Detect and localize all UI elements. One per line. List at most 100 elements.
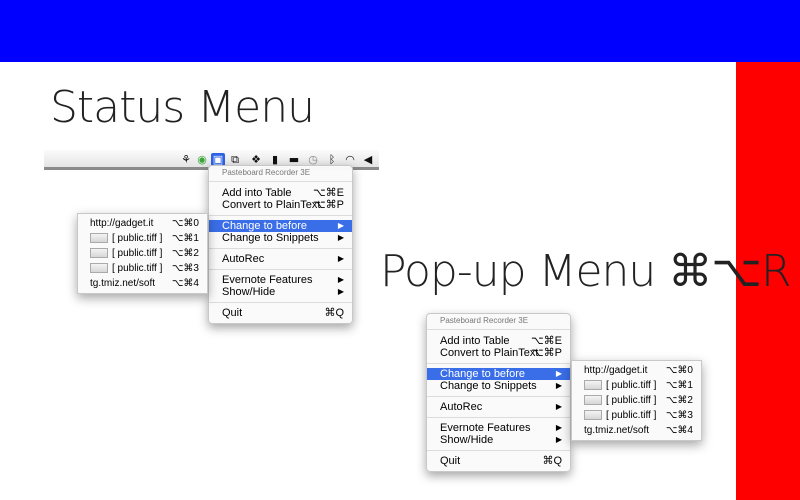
history-item[interactable]: [ public.tiff ] ⌥⌘3 — [78, 261, 207, 276]
quit-item[interactable]: Quit ⌘Q — [427, 455, 570, 467]
menu-item-label: Convert to PlainText — [222, 199, 321, 211]
convert-plaintext-item[interactable]: Convert to PlainText ⌥⌘P — [427, 347, 570, 359]
add-into-table-item[interactable]: Add into Table ⌥⌘E — [427, 335, 570, 347]
history-item[interactable]: http://gadget.it ⌥⌘0 — [572, 363, 701, 378]
history-label: [ public.tiff ] — [112, 248, 163, 259]
menu-separator — [209, 215, 352, 216]
history-shortcut: ⌥⌘1 — [171, 233, 199, 244]
menu-shortcut: ⌥⌘E — [530, 335, 562, 347]
add-into-table-item[interactable]: Add into Table ⌥⌘E — [209, 187, 352, 199]
history-item[interactable]: http://gadget.it ⌥⌘0 — [78, 216, 207, 231]
submenu-arrow-icon: ▶ — [337, 275, 344, 284]
menu-item-label: Change to before — [222, 220, 308, 232]
status-dropdown-menu: Pasteboard Recorder 3E Add into Table ⌥⌘E… — [208, 165, 353, 324]
history-item[interactable]: [ public.tiff ] ⌥⌘1 — [78, 231, 207, 246]
menu-separator — [209, 269, 352, 270]
blue-banner — [0, 0, 800, 62]
autorec-item[interactable]: AutoRec ▶ — [427, 401, 570, 413]
menu-item-label: AutoRec — [440, 401, 483, 413]
menu-shortcut: ⌘Q — [542, 455, 562, 467]
menu-item-label: AutoRec — [222, 253, 265, 265]
history-shortcut: ⌥⌘0 — [171, 218, 199, 229]
menu-header: Pasteboard Recorder 3E — [440, 316, 529, 325]
history-label: [ public.tiff ] — [606, 410, 657, 421]
menu-item-label: Change to Snippets — [222, 232, 319, 244]
history-shortcut: ⌥⌘0 — [665, 365, 693, 376]
menu-item-label: Show/Hide — [222, 286, 276, 298]
menu-item-label: Change to before — [440, 368, 526, 380]
promo-canvas: Status Menu Pop-up Menu ⌘⌥R ⚘ ◉ ▣ ⧉ ❖ ▮ … — [0, 0, 800, 500]
submenu-arrow-icon: ▶ — [555, 369, 562, 378]
history-label: tg.tmiz.net/soft — [90, 278, 156, 289]
tiff-thumbnail-icon — [584, 380, 602, 391]
volume-icon[interactable]: ◀ — [361, 153, 375, 167]
show-hide-item[interactable]: Show/Hide ▶ — [427, 434, 570, 446]
menu-item-label: Add into Table — [222, 187, 292, 199]
submenu-arrow-icon: ▶ — [555, 381, 562, 390]
menu-item-label: Evernote Features — [440, 422, 531, 434]
menu-item-label: Show/Hide — [440, 434, 494, 446]
history-label: [ public.tiff ] — [112, 233, 163, 244]
history-label: [ public.tiff ] — [606, 395, 657, 406]
change-to-before-item[interactable]: Change to before ▶ — [209, 220, 352, 232]
submenu-arrow-icon: ▶ — [555, 435, 562, 444]
change-to-snippets-item[interactable]: Change to Snippets ▶ — [209, 232, 352, 244]
history-item[interactable]: tg.tmiz.net/soft ⌥⌘4 — [78, 276, 207, 291]
show-hide-item[interactable]: Show/Hide ▶ — [209, 286, 352, 298]
menu-separator — [427, 363, 570, 364]
change-to-snippets-item[interactable]: Change to Snippets ▶ — [427, 380, 570, 392]
submenu-arrow-icon: ▶ — [337, 254, 344, 263]
tiff-thumbnail-icon — [584, 410, 602, 421]
menu-separator — [209, 302, 352, 303]
popup-history-submenu: http://gadget.it ⌥⌘0 [ public.tiff ] ⌥⌘1 [… — [571, 360, 702, 441]
submenu-arrow-icon: ▶ — [337, 287, 344, 296]
history-item[interactable]: [ public.tiff ] ⌥⌘1 — [572, 378, 701, 393]
menu-separator — [427, 396, 570, 397]
menu-item-label: Evernote Features — [222, 274, 313, 286]
evernote-icon[interactable]: ⚘ — [179, 153, 193, 167]
quit-item[interactable]: Quit ⌘Q — [209, 307, 352, 319]
history-label: http://gadget.it — [90, 218, 154, 229]
menu-separator — [209, 248, 352, 249]
menu-item-label: Convert to PlainText — [440, 347, 539, 359]
menu-separator — [427, 450, 570, 451]
menu-item-label: Quit — [440, 455, 461, 467]
menu-shortcut: ⌥⌘P — [312, 199, 344, 211]
history-item[interactable]: [ public.tiff ] ⌥⌘2 — [78, 246, 207, 261]
convert-plaintext-item[interactable]: Convert to PlainText ⌥⌘P — [209, 199, 352, 211]
submenu-arrow-icon: ▶ — [555, 402, 562, 411]
popup-menu-heading: Pop-up Menu ⌘⌥R — [380, 246, 792, 297]
submenu-arrow-icon: ▶ — [337, 233, 344, 242]
history-shortcut: ⌥⌘4 — [171, 278, 199, 289]
history-shortcut: ⌥⌘2 — [665, 395, 693, 406]
history-label: tg.tmiz.net/soft — [584, 425, 650, 436]
menu-header: Pasteboard Recorder 3E — [222, 168, 311, 177]
submenu-arrow-icon: ▶ — [337, 221, 344, 230]
menu-item-label: Change to Snippets — [440, 380, 537, 392]
change-to-before-item[interactable]: Change to before ▶ — [427, 368, 570, 380]
history-shortcut: ⌥⌘3 — [665, 410, 693, 421]
menu-item-label: Add into Table — [440, 335, 510, 347]
history-shortcut: ⌥⌘2 — [171, 248, 199, 259]
history-shortcut: ⌥⌘1 — [665, 380, 693, 391]
history-label: [ public.tiff ] — [112, 263, 163, 274]
evernote-features-item[interactable]: Evernote Features ▶ — [209, 274, 352, 286]
history-label: http://gadget.it — [584, 365, 648, 376]
history-item[interactable]: [ public.tiff ] ⌥⌘3 — [572, 408, 701, 423]
menu-shortcut: ⌘Q — [324, 307, 344, 319]
popup-menu: Pasteboard Recorder 3E Add into Table ⌥⌘E… — [426, 313, 571, 472]
history-item[interactable]: tg.tmiz.net/soft ⌥⌘4 — [572, 423, 701, 438]
menu-separator — [209, 181, 352, 182]
tiff-thumbnail-icon — [90, 248, 108, 259]
history-item[interactable]: [ public.tiff ] ⌥⌘2 — [572, 393, 701, 408]
menu-shortcut: ⌥⌘P — [530, 347, 562, 359]
history-submenu: http://gadget.it ⌥⌘0 [ public.tiff ] ⌥⌘1 [… — [77, 213, 208, 294]
evernote-features-item[interactable]: Evernote Features ▶ — [427, 422, 570, 434]
app-green-icon[interactable]: ◉ — [195, 153, 209, 167]
tiff-thumbnail-icon — [584, 395, 602, 406]
tiff-thumbnail-icon — [90, 263, 108, 274]
history-shortcut: ⌥⌘3 — [171, 263, 199, 274]
menu-separator — [427, 329, 570, 330]
menu-separator — [427, 417, 570, 418]
autorec-item[interactable]: AutoRec ▶ — [209, 253, 352, 265]
